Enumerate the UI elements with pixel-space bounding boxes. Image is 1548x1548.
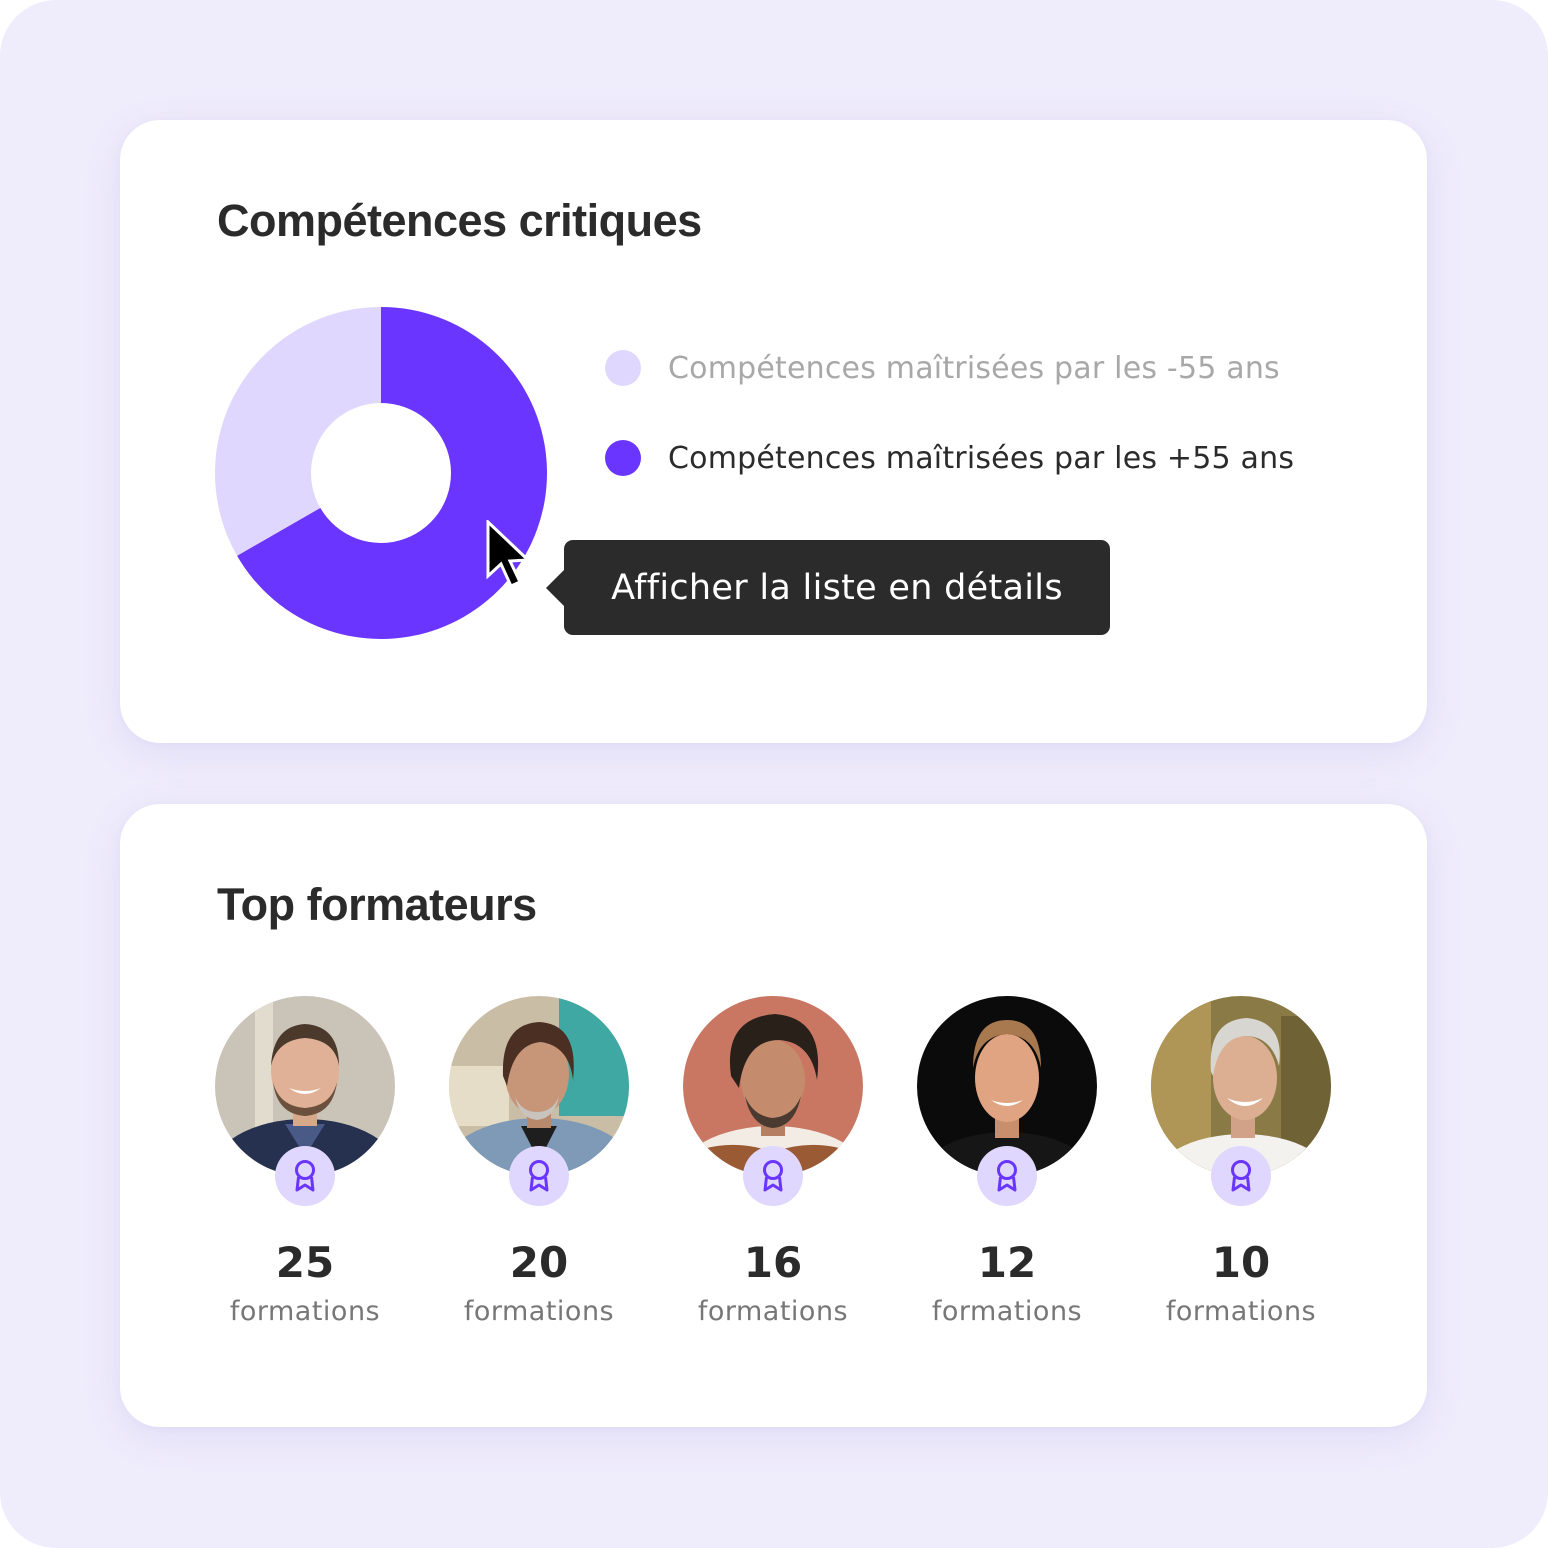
legend-label-over-55: Compétences maîtrisées par les +55 ans [668, 440, 1295, 476]
award-ribbon-icon [295, 1160, 315, 1192]
legend-label-under-55: Compétences maîtrisées par les -55 ans [668, 350, 1280, 386]
legend-dot-over-55 [605, 440, 641, 476]
legend-item-over-55[interactable]: Compétences maîtrisées par les +55 ans [605, 438, 1294, 478]
critical-skills-title: Compétences critiques [217, 195, 702, 246]
top-trainers-card: Top formateurs 25 formations 20 formatio… [120, 804, 1427, 1427]
page-background: Compétences critiques Compétences maîtri… [0, 0, 1548, 1548]
trainer-training-label: formations [697, 1296, 849, 1327]
trainer-training-count: 20 [509, 1238, 569, 1287]
legend-item-under-55[interactable]: Compétences maîtrisées par les -55 ans [605, 348, 1294, 388]
award-ribbon-icon [763, 1160, 783, 1192]
trainers-list: 25 formations 20 formations 16 formation… [215, 996, 1331, 1356]
top-trainers-title: Top formateurs [217, 879, 537, 930]
chart-legend: Compétences maîtrisées par les -55 ans C… [605, 348, 1294, 528]
mouse-pointer-icon [486, 520, 532, 588]
trainer-training-count: 10 [1211, 1238, 1271, 1287]
trainer-training-count: 12 [977, 1238, 1037, 1287]
trainer-training-count: 16 [743, 1238, 803, 1287]
tooltip-text: Afficher la liste en détails [611, 567, 1063, 608]
trainer-training-label: formations [931, 1296, 1083, 1327]
critical-skills-card: Compétences critiques Compétences maîtri… [120, 120, 1427, 743]
award-badge [1211, 1146, 1271, 1206]
trainer-training-label: formations [463, 1296, 615, 1327]
trainer-training-count: 25 [275, 1238, 335, 1287]
trainer-item[interactable]: 20 formations [449, 996, 629, 1356]
trainer-item[interactable]: 10 formations [1151, 996, 1331, 1356]
trainer-item[interactable]: 25 formations [215, 996, 395, 1356]
trainer-item[interactable]: 16 formations [683, 996, 863, 1356]
award-ribbon-icon [997, 1160, 1017, 1192]
award-ribbon-icon [529, 1160, 549, 1192]
award-ribbon-icon [1231, 1160, 1251, 1192]
award-badge [743, 1146, 803, 1206]
legend-dot-under-55 [605, 350, 641, 386]
award-badge [977, 1146, 1037, 1206]
trainer-item[interactable]: 12 formations [917, 996, 1097, 1356]
show-details-tooltip[interactable]: Afficher la liste en détails [546, 540, 1110, 635]
donut-segment-under-55[interactable] [214, 307, 381, 556]
trainer-training-label: formations [1165, 1296, 1317, 1327]
award-badge [275, 1146, 335, 1206]
trainer-training-label: formations [229, 1296, 381, 1327]
award-badge [509, 1146, 569, 1206]
